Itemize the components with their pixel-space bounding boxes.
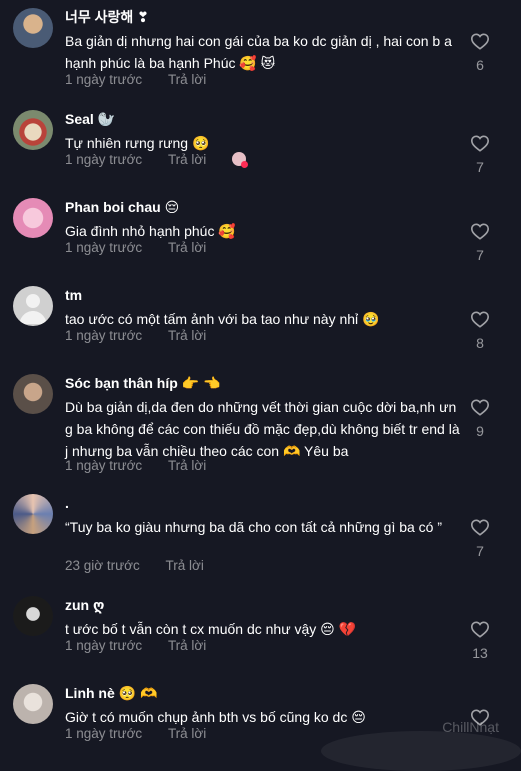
reply-button[interactable]: Trả lời [168,726,206,741]
like-count: 13 [472,645,488,661]
reply-button[interactable]: Trả lời [168,240,206,255]
comment-text: tao ước có một tấm ảnh với ba tao như nà… [65,311,380,327]
avatar[interactable] [13,286,53,326]
reply-button[interactable]: Trả lời [168,328,206,343]
reply-button[interactable]: Trả lời [168,72,206,87]
comment-time: 1 ngày trước [65,726,143,741]
creator-liked-avatar-icon [232,152,249,168]
comment-meta: 1 ngày trước Trả lời [65,328,206,346]
comment-text: Tự nhiên rưng rưng 🥺 [65,135,210,151]
like-button[interactable]: 7 [462,134,498,175]
heart-icon[interactable] [470,398,490,416]
reply-button[interactable]: Trả lời [166,558,204,573]
comment-time: 1 ngày trước [65,328,143,343]
heart-icon[interactable] [470,620,490,638]
reply-button[interactable]: Trả lời [168,152,206,167]
like-count: 8 [476,335,484,351]
like-button[interactable]: 9 [462,398,498,439]
reply-button[interactable]: Trả lời [168,458,206,473]
comment-author[interactable]: tm [65,286,82,304]
heart-icon[interactable] [470,32,490,50]
avatar[interactable] [13,494,53,534]
reply-button[interactable]: Trả lời [168,638,206,653]
comment-author[interactable]: Phan boi chau 😔 [65,198,179,216]
comment-meta: 1 ngày trước Trả lời [65,638,206,656]
avatar[interactable] [13,110,53,150]
comment-time: 1 ngày trước [65,240,143,255]
comment-meta: 1 ngày trước Trả lời [65,72,206,90]
comment-meta: 1 ngày trước Trả lời [65,458,206,476]
comment-author[interactable]: zun ღ [65,596,104,614]
like-count: 7 [476,159,484,175]
like-button[interactable]: 7 [462,222,498,263]
avatar[interactable] [13,8,53,48]
comment-text: t ước bố t vẫn còn t cx muốn dc như vậy … [65,621,357,637]
like-button[interactable]: 8 [462,310,498,351]
avatar[interactable] [13,198,53,238]
comment-time: 1 ngày trước [65,72,143,87]
comment-text: Gia đình nhỏ hạnh phúc 🥰 [65,223,236,239]
comment-time: 1 ngày trước [65,152,143,167]
comment-author[interactable]: Sóc bạn thân híp 👉 👈 [65,374,220,392]
comment-text: Dù ba giản dị,da đen do những vết thời g… [65,399,460,459]
comment-meta: 23 giờ trước Trả lời [65,558,204,576]
avatar[interactable] [13,374,53,414]
default-user-icon [19,294,47,324]
bottom-overlay [321,731,521,771]
like-count: 7 [476,247,484,263]
comment-time: 23 giờ trước [65,558,140,573]
like-button[interactable]: 13 [462,620,498,661]
comment-meta: 1 ngày trước Trả lời [65,240,206,258]
comment-text: Ba giản dị nhưng hai con gái của ba ko d… [65,33,452,71]
avatar[interactable] [13,596,53,636]
watermark: ChillNhạt [442,719,499,735]
avatar[interactable] [13,684,53,724]
comment-author[interactable]: Seal 🦭 [65,110,115,128]
comment-time: 1 ngày trước [65,638,143,653]
comment-text: Giờ t có muốn chụp ảnh bth vs bố cũng ko… [65,709,366,725]
like-count: 6 [476,57,484,73]
heart-icon[interactable] [470,134,490,152]
like-count: 7 [476,543,484,559]
comment-author[interactable]: . [65,494,69,512]
comment-text: “Tuy ba ko giàu nhưng ba dã cho con tất … [65,519,443,535]
heart-icon[interactable] [470,310,490,328]
like-button[interactable]: 6 [462,32,498,73]
comment-meta: 1 ngày trước Trả lời [65,726,206,744]
comment-meta: 1 ngày trước Trả lời [65,152,249,170]
comment-author[interactable]: Linh nè 🥺 🫶 [65,684,157,702]
heart-icon[interactable] [470,222,490,240]
like-count: 9 [476,423,484,439]
comment-author[interactable]: 너무 사랑해 ❣ [65,8,149,26]
heart-icon[interactable] [470,518,490,536]
like-button[interactable]: 7 [462,518,498,559]
comment-time: 1 ngày trước [65,458,143,473]
